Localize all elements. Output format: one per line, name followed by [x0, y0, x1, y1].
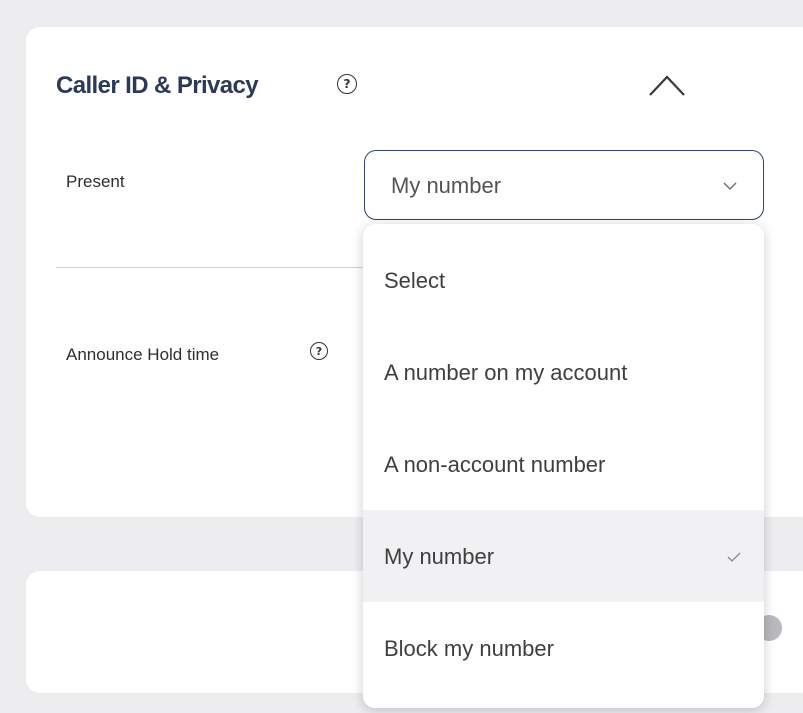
- checkmark-icon: [727, 552, 741, 562]
- present-dropdown-menu: Select A number on my account A non-acco…: [363, 224, 764, 708]
- divider: [56, 267, 368, 268]
- chevron-up-icon[interactable]: [648, 73, 686, 97]
- announce-hold-time-label: Announce Hold time: [66, 345, 220, 364]
- section-title: Caller ID & Privacy: [56, 72, 259, 99]
- dropdown-option-account-number[interactable]: A number on my account: [363, 326, 764, 418]
- dropdown-option-select[interactable]: Select: [363, 234, 764, 326]
- present-select-value: My number: [391, 173, 502, 198]
- option-label: My number: [384, 544, 495, 569]
- present-label: Present: [66, 172, 125, 191]
- help-icon[interactable]: ?: [310, 342, 328, 360]
- option-label: A non-account number: [384, 452, 606, 477]
- dropdown-option-my-number[interactable]: My number: [363, 510, 764, 602]
- option-label: Block my number: [384, 636, 554, 661]
- dropdown-option-non-account-number[interactable]: A non-account number: [363, 418, 764, 510]
- help-icon[interactable]: ?: [337, 74, 357, 94]
- option-label: Select: [384, 268, 446, 293]
- present-select[interactable]: My number: [364, 150, 764, 220]
- option-label: A number on my account: [384, 360, 628, 385]
- dropdown-option-block-my-number[interactable]: Block my number: [363, 602, 764, 694]
- chevron-down-icon: [723, 182, 737, 190]
